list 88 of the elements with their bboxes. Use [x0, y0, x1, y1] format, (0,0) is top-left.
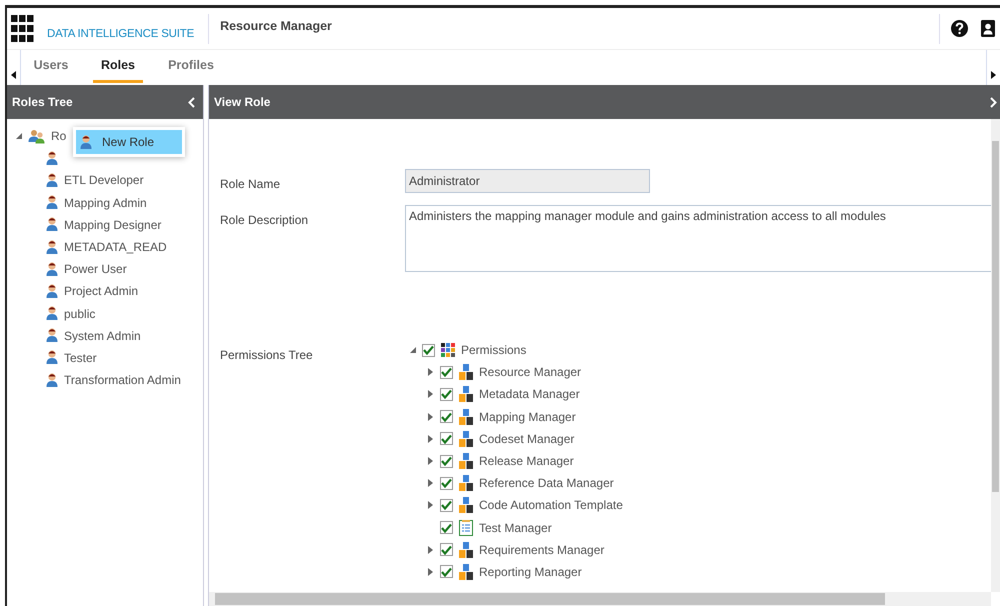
tree-item[interactable]: Codeset Manager: [479, 432, 574, 446]
left-triangle-icon: [10, 71, 17, 79]
checkbox[interactable]: [440, 476, 453, 490]
module-icon: [459, 497, 473, 514]
person-icon: [80, 134, 92, 150]
tree-item[interactable]: ETL Developer: [64, 173, 144, 188]
tree-item[interactable]: Requirements Manager: [479, 542, 604, 557]
checkbox[interactable]: [440, 498, 453, 512]
tree-item[interactable]: Code Automation Template: [479, 498, 623, 512]
checkbox[interactable]: [422, 344, 435, 357]
field-label: Role Description: [220, 213, 310, 229]
tree-item[interactable]: Mapping Manager: [479, 410, 576, 424]
expand-toggle-icon[interactable]: [427, 368, 434, 376]
module-title: Resource Manager: [220, 18, 332, 32]
collapse-toggle-icon: [409, 346, 416, 354]
tree-item[interactable]: Mapping Designer: [64, 218, 162, 232]
app-grid-icon[interactable]: [11, 14, 34, 44]
field-label: Permissions Tree: [220, 348, 314, 364]
expand-toggle-icon[interactable]: [427, 412, 434, 421]
person-icon: [46, 328, 58, 344]
expand-toggle-icon[interactable]: [427, 390, 434, 398]
expand-chevron-icon[interactable]: [990, 96, 997, 108]
module-icon: [459, 386, 473, 402]
person-icon: [46, 262, 58, 277]
tree-item[interactable]: public: [64, 306, 96, 321]
module-icon: [459, 408, 473, 425]
expand-toggle-icon[interactable]: [427, 479, 434, 488]
panel-title: Roles Tree: [12, 95, 73, 109]
checkbox[interactable]: [440, 565, 453, 578]
module-icon: [459, 364, 473, 380]
grid-icon: [441, 343, 455, 358]
expand-toggle-icon[interactable]: [427, 501, 434, 510]
checkbox[interactable]: [440, 521, 453, 534]
checkbox[interactable]: [440, 454, 453, 468]
person-icon: [46, 195, 58, 210]
tree-item[interactable]: Ro: [51, 129, 66, 144]
expand-toggle-icon[interactable]: [427, 457, 434, 466]
checklist-icon: [459, 520, 473, 536]
people-icon: [28, 128, 45, 144]
tab[interactable]: Profiles: [167, 50, 215, 83]
tree-item[interactable]: Release Manager: [479, 454, 574, 468]
tab[interactable]: Users: [33, 50, 69, 83]
panel-title: View Role: [214, 95, 270, 109]
checkbox[interactable]: [440, 432, 453, 446]
module-icon: [459, 453, 473, 470]
tree-item[interactable]: Power User: [64, 262, 127, 276]
module-icon: [459, 564, 473, 580]
tree-item[interactable]: Transformation Admin: [64, 373, 181, 388]
module-icon: [459, 542, 473, 558]
tree-item[interactable]: System Admin: [64, 328, 141, 343]
tree-item[interactable]: METADATA_READ: [64, 240, 167, 254]
vertical-scrollbar[interactable]: [991, 119, 1000, 592]
checkbox[interactable]: [440, 366, 453, 379]
checkbox[interactable]: [440, 410, 453, 424]
help-icon[interactable]: [951, 20, 968, 37]
tree-item[interactable]: Metadata Manager: [479, 387, 580, 402]
user-profile-icon[interactable]: [981, 20, 995, 37]
tree-item[interactable]: Mapping Admin: [64, 196, 147, 210]
horizontal-scrollbar[interactable]: [209, 592, 991, 606]
right-triangle-icon: [990, 71, 997, 79]
field-label: Role Name: [220, 177, 282, 193]
person-icon: [46, 172, 58, 188]
person-icon: [46, 284, 58, 299]
person-icon: [46, 372, 58, 388]
tree-item[interactable]: Tester: [64, 350, 97, 365]
person-icon: [46, 350, 58, 366]
person-icon: [46, 240, 58, 255]
expand-toggle-icon[interactable]: [427, 568, 434, 576]
person-icon: [46, 306, 58, 322]
checkbox[interactable]: [440, 388, 453, 401]
person-icon: [46, 150, 58, 166]
checkbox[interactable]: [440, 543, 453, 556]
tree-item[interactable]: Reporting Manager: [479, 564, 582, 579]
person-icon: [46, 217, 58, 232]
expand-toggle-icon[interactable]: [427, 434, 434, 443]
module-icon: [459, 475, 473, 492]
tree-item[interactable]: Resource Manager: [479, 365, 582, 380]
tree-item[interactable]: Test Manager: [479, 520, 552, 535]
menu-item[interactable]: New Role: [76, 130, 182, 154]
collapse-chevron-icon[interactable]: [188, 96, 195, 108]
suite-name: DATA INTELLIGENCE SUITE: [47, 28, 194, 40]
collapse-toggle-icon: [15, 132, 22, 140]
tree-item[interactable]: Project Admin: [64, 284, 138, 298]
tree-item[interactable]: Reference Data Manager: [479, 476, 614, 490]
expand-toggle-icon[interactable]: [427, 546, 434, 554]
role-description-field[interactable]: Administers the mapping manager module and gains administration access to all modules: [405, 205, 991, 272]
module-icon: [459, 430, 473, 447]
tree-item[interactable]: Permissions: [461, 343, 526, 358]
